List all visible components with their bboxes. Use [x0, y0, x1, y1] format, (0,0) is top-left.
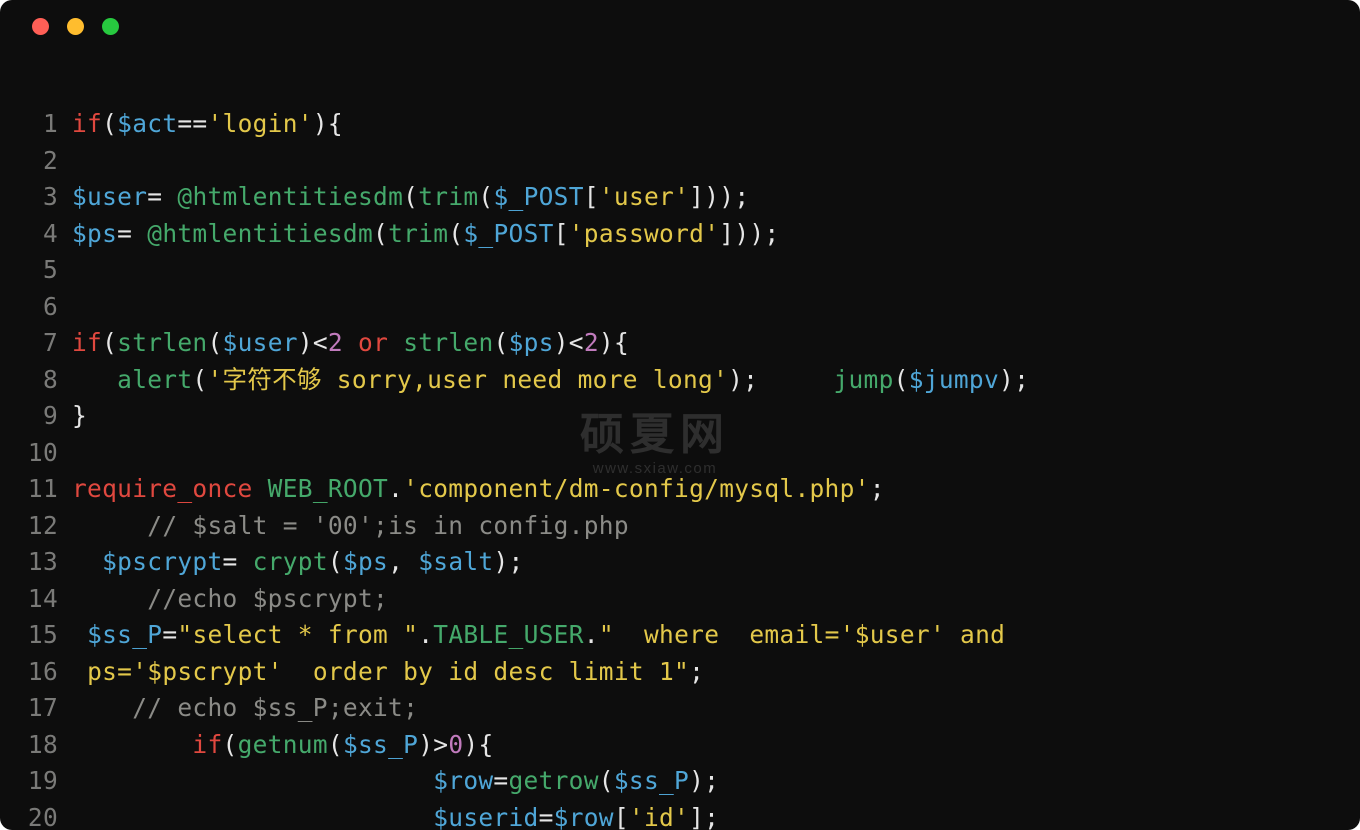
line-number: 1 [0, 106, 72, 143]
line-number: 9 [0, 398, 72, 435]
code-line: 4$ps= @htmlentitiesdm(trim($_POST['passw… [0, 216, 1360, 253]
line-content: ps='$pscrypt' order by id desc limit 1"; [72, 654, 704, 691]
code-line: 16 ps='$pscrypt' order by id desc limit … [0, 654, 1360, 691]
line-content: $pscrypt= crypt($ps, $salt); [72, 544, 524, 581]
line-number: 16 [0, 654, 72, 691]
code-line: 2 [0, 143, 1360, 180]
code-line: 14 //echo $pscrypt; [0, 581, 1360, 618]
code-line: 5 [0, 252, 1360, 289]
line-content: // $salt = '00';is in config.php [72, 508, 629, 545]
code-line: 13 $pscrypt= crypt($ps, $salt); [0, 544, 1360, 581]
line-content: $ps= @htmlentitiesdm(trim($_POST['passwo… [72, 216, 779, 253]
line-number: 12 [0, 508, 72, 545]
line-number: 10 [0, 435, 72, 472]
code-line: 10 [0, 435, 1360, 472]
code-area: 1if($act=='login'){23$user= @htmlentitie… [0, 52, 1360, 830]
code-line: 19 $row=getrow($ss_P); [0, 763, 1360, 800]
code-line: 17 // echo $ss_P;exit; [0, 690, 1360, 727]
line-number: 11 [0, 471, 72, 508]
line-number: 14 [0, 581, 72, 618]
line-number: 20 [0, 800, 72, 830]
line-number: 18 [0, 727, 72, 764]
close-icon[interactable] [32, 18, 49, 35]
code-line: 11require_once WEB_ROOT.'component/dm-co… [0, 471, 1360, 508]
line-content: $userid=$row['id']; [72, 800, 719, 830]
minimize-icon[interactable] [67, 18, 84, 35]
code-line: 15 $ss_P="select * from ".TABLE_USER." w… [0, 617, 1360, 654]
line-content: $ss_P="select * from ".TABLE_USER." wher… [72, 617, 1005, 654]
line-number: 3 [0, 179, 72, 216]
line-content: if(strlen($user)<2 or strlen($ps)<2){ [72, 325, 629, 362]
line-number: 13 [0, 544, 72, 581]
line-number: 6 [0, 289, 72, 326]
line-content: if(getnum($ss_P)>0){ [72, 727, 494, 764]
code-line: 6 [0, 289, 1360, 326]
line-content: $row=getrow($ss_P); [72, 763, 719, 800]
code-line: 3$user= @htmlentitiesdm(trim($_POST['use… [0, 179, 1360, 216]
line-number: 19 [0, 763, 72, 800]
code-line: 7if(strlen($user)<2 or strlen($ps)<2){ [0, 325, 1360, 362]
line-content: if($act=='login'){ [72, 106, 343, 143]
code-line: 12 // $salt = '00';is in config.php [0, 508, 1360, 545]
line-number: 15 [0, 617, 72, 654]
code-line: 1if($act=='login'){ [0, 106, 1360, 143]
code-line: 8 alert('字符不够 sorry,user need more long'… [0, 362, 1360, 399]
code-line: 20 $userid=$row['id']; [0, 800, 1360, 830]
code-line: 18 if(getnum($ss_P)>0){ [0, 727, 1360, 764]
line-content: //echo $pscrypt; [72, 581, 388, 618]
code-window: 1if($act=='login'){23$user= @htmlentitie… [0, 0, 1360, 830]
zoom-icon[interactable] [102, 18, 119, 35]
line-number: 8 [0, 362, 72, 399]
line-content: alert('字符不够 sorry,user need more long');… [72, 362, 1029, 399]
line-content: $user= @htmlentitiesdm(trim($_POST['user… [72, 179, 749, 216]
line-number: 5 [0, 252, 72, 289]
line-content: } [72, 398, 87, 435]
code-line: 9} [0, 398, 1360, 435]
line-number: 4 [0, 216, 72, 253]
line-content: // echo $ss_P;exit; [72, 690, 418, 727]
line-content: require_once WEB_ROOT.'component/dm-conf… [72, 471, 885, 508]
line-number: 2 [0, 143, 72, 180]
line-number: 17 [0, 690, 72, 727]
line-number: 7 [0, 325, 72, 362]
titlebar [0, 0, 1360, 52]
